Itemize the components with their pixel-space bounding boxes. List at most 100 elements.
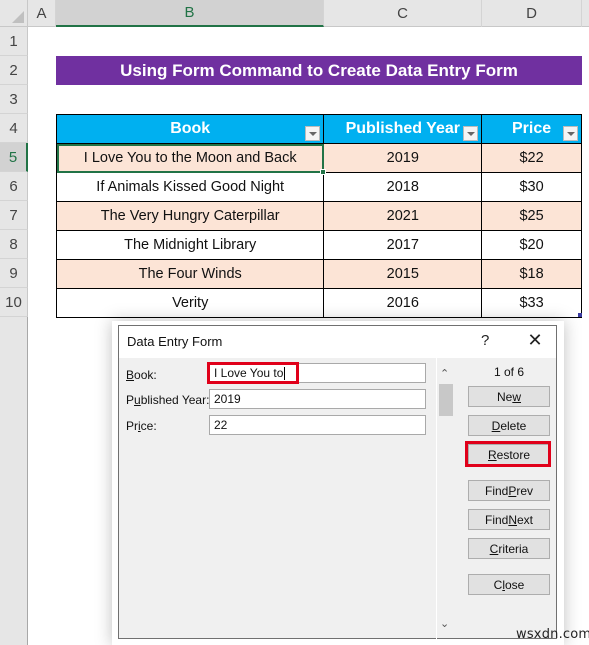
dialog-titlebar[interactable]: Data Entry Form ? ✕ — [119, 326, 556, 358]
select-all-triangle-icon — [12, 11, 24, 23]
row-header-3[interactable]: 3 — [0, 85, 28, 114]
label-text: P — [126, 393, 135, 407]
cell-book[interactable]: The Four Winds — [55, 259, 325, 289]
button-text: riteria — [498, 541, 529, 556]
book-field-highlight — [207, 362, 299, 384]
label-text: ce: — [140, 419, 157, 433]
button-accesskey: w — [512, 389, 521, 404]
button-text: C — [493, 577, 503, 592]
cell-price[interactable]: $30 — [481, 172, 582, 202]
cell-book-selected[interactable]: I Love You to the Moon and Back — [55, 143, 325, 173]
row-header-7[interactable]: 7 — [0, 201, 28, 230]
row-header-8[interactable]: 8 — [0, 230, 28, 259]
table-row: If Animals Kissed Good Night 2018 $30 — [55, 172, 582, 202]
cell-year[interactable]: 2018 — [323, 172, 483, 202]
table-row: The Very Hungry Caterpillar 2021 $25 — [55, 201, 582, 231]
button-text: ext — [517, 512, 534, 527]
table-row: Verity 2016 $33 — [55, 288, 582, 318]
cell-year[interactable]: 2017 — [323, 230, 483, 260]
scrollbar-thumb[interactable] — [439, 384, 453, 416]
header-label: Published Year — [345, 120, 460, 137]
header-label: Book — [170, 120, 211, 137]
record-counter: 1 of 6 — [493, 365, 525, 379]
table-header-row: Book Published Year Price — [55, 114, 582, 144]
fill-handle[interactable] — [320, 169, 326, 175]
find-next-button[interactable]: Find Next — [468, 509, 550, 530]
price-field[interactable]: 22 — [209, 415, 426, 435]
header-price[interactable]: Price — [481, 114, 582, 144]
delete-button[interactable]: Delete — [468, 415, 550, 436]
table-row: The Midnight Library 2017 $20 — [55, 230, 582, 260]
published-year-field[interactable]: 2019 — [209, 389, 426, 409]
dialog-separator — [436, 358, 437, 640]
filter-dropdown-icon[interactable] — [563, 126, 578, 141]
close-button[interactable]: Cl ose — [468, 574, 550, 595]
cell-year[interactable]: 2016 — [323, 288, 483, 318]
row-header-9[interactable]: 9 — [0, 259, 28, 288]
button-text: rev — [516, 483, 534, 498]
button-text: elete — [500, 418, 527, 433]
header-book[interactable]: Book — [55, 114, 325, 144]
button-text: Ne — [496, 389, 513, 404]
header-published-year[interactable]: Published Year — [323, 114, 483, 144]
row-header-empty — [0, 317, 28, 645]
select-all-corner[interactable] — [0, 0, 28, 27]
filter-dropdown-icon[interactable] — [463, 126, 479, 141]
row-header-2[interactable]: 2 — [0, 56, 28, 85]
cell-book[interactable]: Verity — [55, 288, 325, 318]
label-accesskey: u — [134, 393, 141, 407]
cell-year[interactable]: 2015 — [323, 259, 483, 289]
cell-price[interactable]: $18 — [481, 259, 582, 289]
restore-button-highlight — [465, 441, 551, 467]
row-header-10[interactable]: 10 — [0, 288, 28, 317]
row-header-1[interactable]: 1 — [0, 27, 28, 56]
button-accesskey: D — [491, 418, 501, 433]
scroll-down-icon[interactable]: ⌄ — [440, 617, 449, 630]
sheet-title-cell[interactable]: Using Form Command to Create Data Entry … — [56, 56, 582, 85]
price-label: Price: — [126, 419, 157, 433]
label-accesskey: B — [126, 368, 135, 382]
criteria-button[interactable]: Criteria — [468, 538, 550, 559]
cell-price[interactable]: $33 — [481, 288, 582, 318]
help-icon[interactable]: ? — [481, 332, 489, 349]
label-text: blished Year: — [140, 393, 210, 407]
cell-price[interactable]: $22 — [481, 143, 582, 173]
table-row: I Love You to the Moon and Back 2019 $22 — [55, 143, 582, 173]
table-row: The Four Winds 2015 $18 — [55, 259, 582, 289]
find-prev-button[interactable]: Find Prev — [468, 480, 550, 501]
table-resize-handle[interactable] — [578, 313, 582, 317]
new-button[interactable]: Ne w — [468, 386, 550, 407]
data-entry-form-dialog: Data Entry Form ? ✕ Book: I Love You to … — [118, 325, 557, 640]
button-accesskey: C — [489, 541, 499, 556]
column-header-d[interactable]: D — [482, 0, 582, 27]
record-scrollbar[interactable]: ⌃ ⌄ — [438, 362, 454, 636]
row-header-6[interactable]: 6 — [0, 172, 28, 201]
column-header-a[interactable]: A — [28, 0, 56, 27]
published-year-label: Published Year: — [126, 393, 209, 407]
excel-window: A B C D 1 2 3 4 5 6 7 8 9 10 Using Form … — [0, 0, 589, 645]
cell-year[interactable]: 2021 — [323, 201, 483, 231]
cell-book[interactable]: The Very Hungry Caterpillar — [55, 201, 325, 231]
cell-year[interactable]: 2019 — [323, 143, 483, 173]
book-label: Book: — [126, 368, 157, 382]
cell-book[interactable]: If Animals Kissed Good Night — [55, 172, 325, 202]
label-text: Pr — [126, 419, 138, 433]
button-accesskey: P — [508, 483, 517, 498]
close-icon[interactable]: ✕ — [523, 330, 547, 351]
row-header-4[interactable]: 4 — [0, 114, 28, 143]
column-header-c[interactable]: C — [324, 0, 482, 27]
cell-price[interactable]: $20 — [481, 230, 582, 260]
books-table: Book Published Year Price I Love You to … — [55, 114, 582, 318]
button-text: Find — [484, 483, 509, 498]
cell-book[interactable]: The Midnight Library — [55, 230, 325, 260]
button-accesskey: N — [508, 512, 517, 527]
column-header-b[interactable]: B — [56, 0, 324, 27]
watermark: wsxdn.com — [516, 627, 589, 642]
scroll-up-icon[interactable]: ⌃ — [440, 367, 449, 380]
header-label: Price — [512, 120, 552, 137]
cell-price[interactable]: $25 — [481, 201, 582, 231]
button-text: Find — [484, 512, 509, 527]
filter-dropdown-icon[interactable] — [305, 126, 321, 141]
row-header-5[interactable]: 5 — [0, 143, 28, 172]
button-text: ose — [504, 577, 525, 592]
